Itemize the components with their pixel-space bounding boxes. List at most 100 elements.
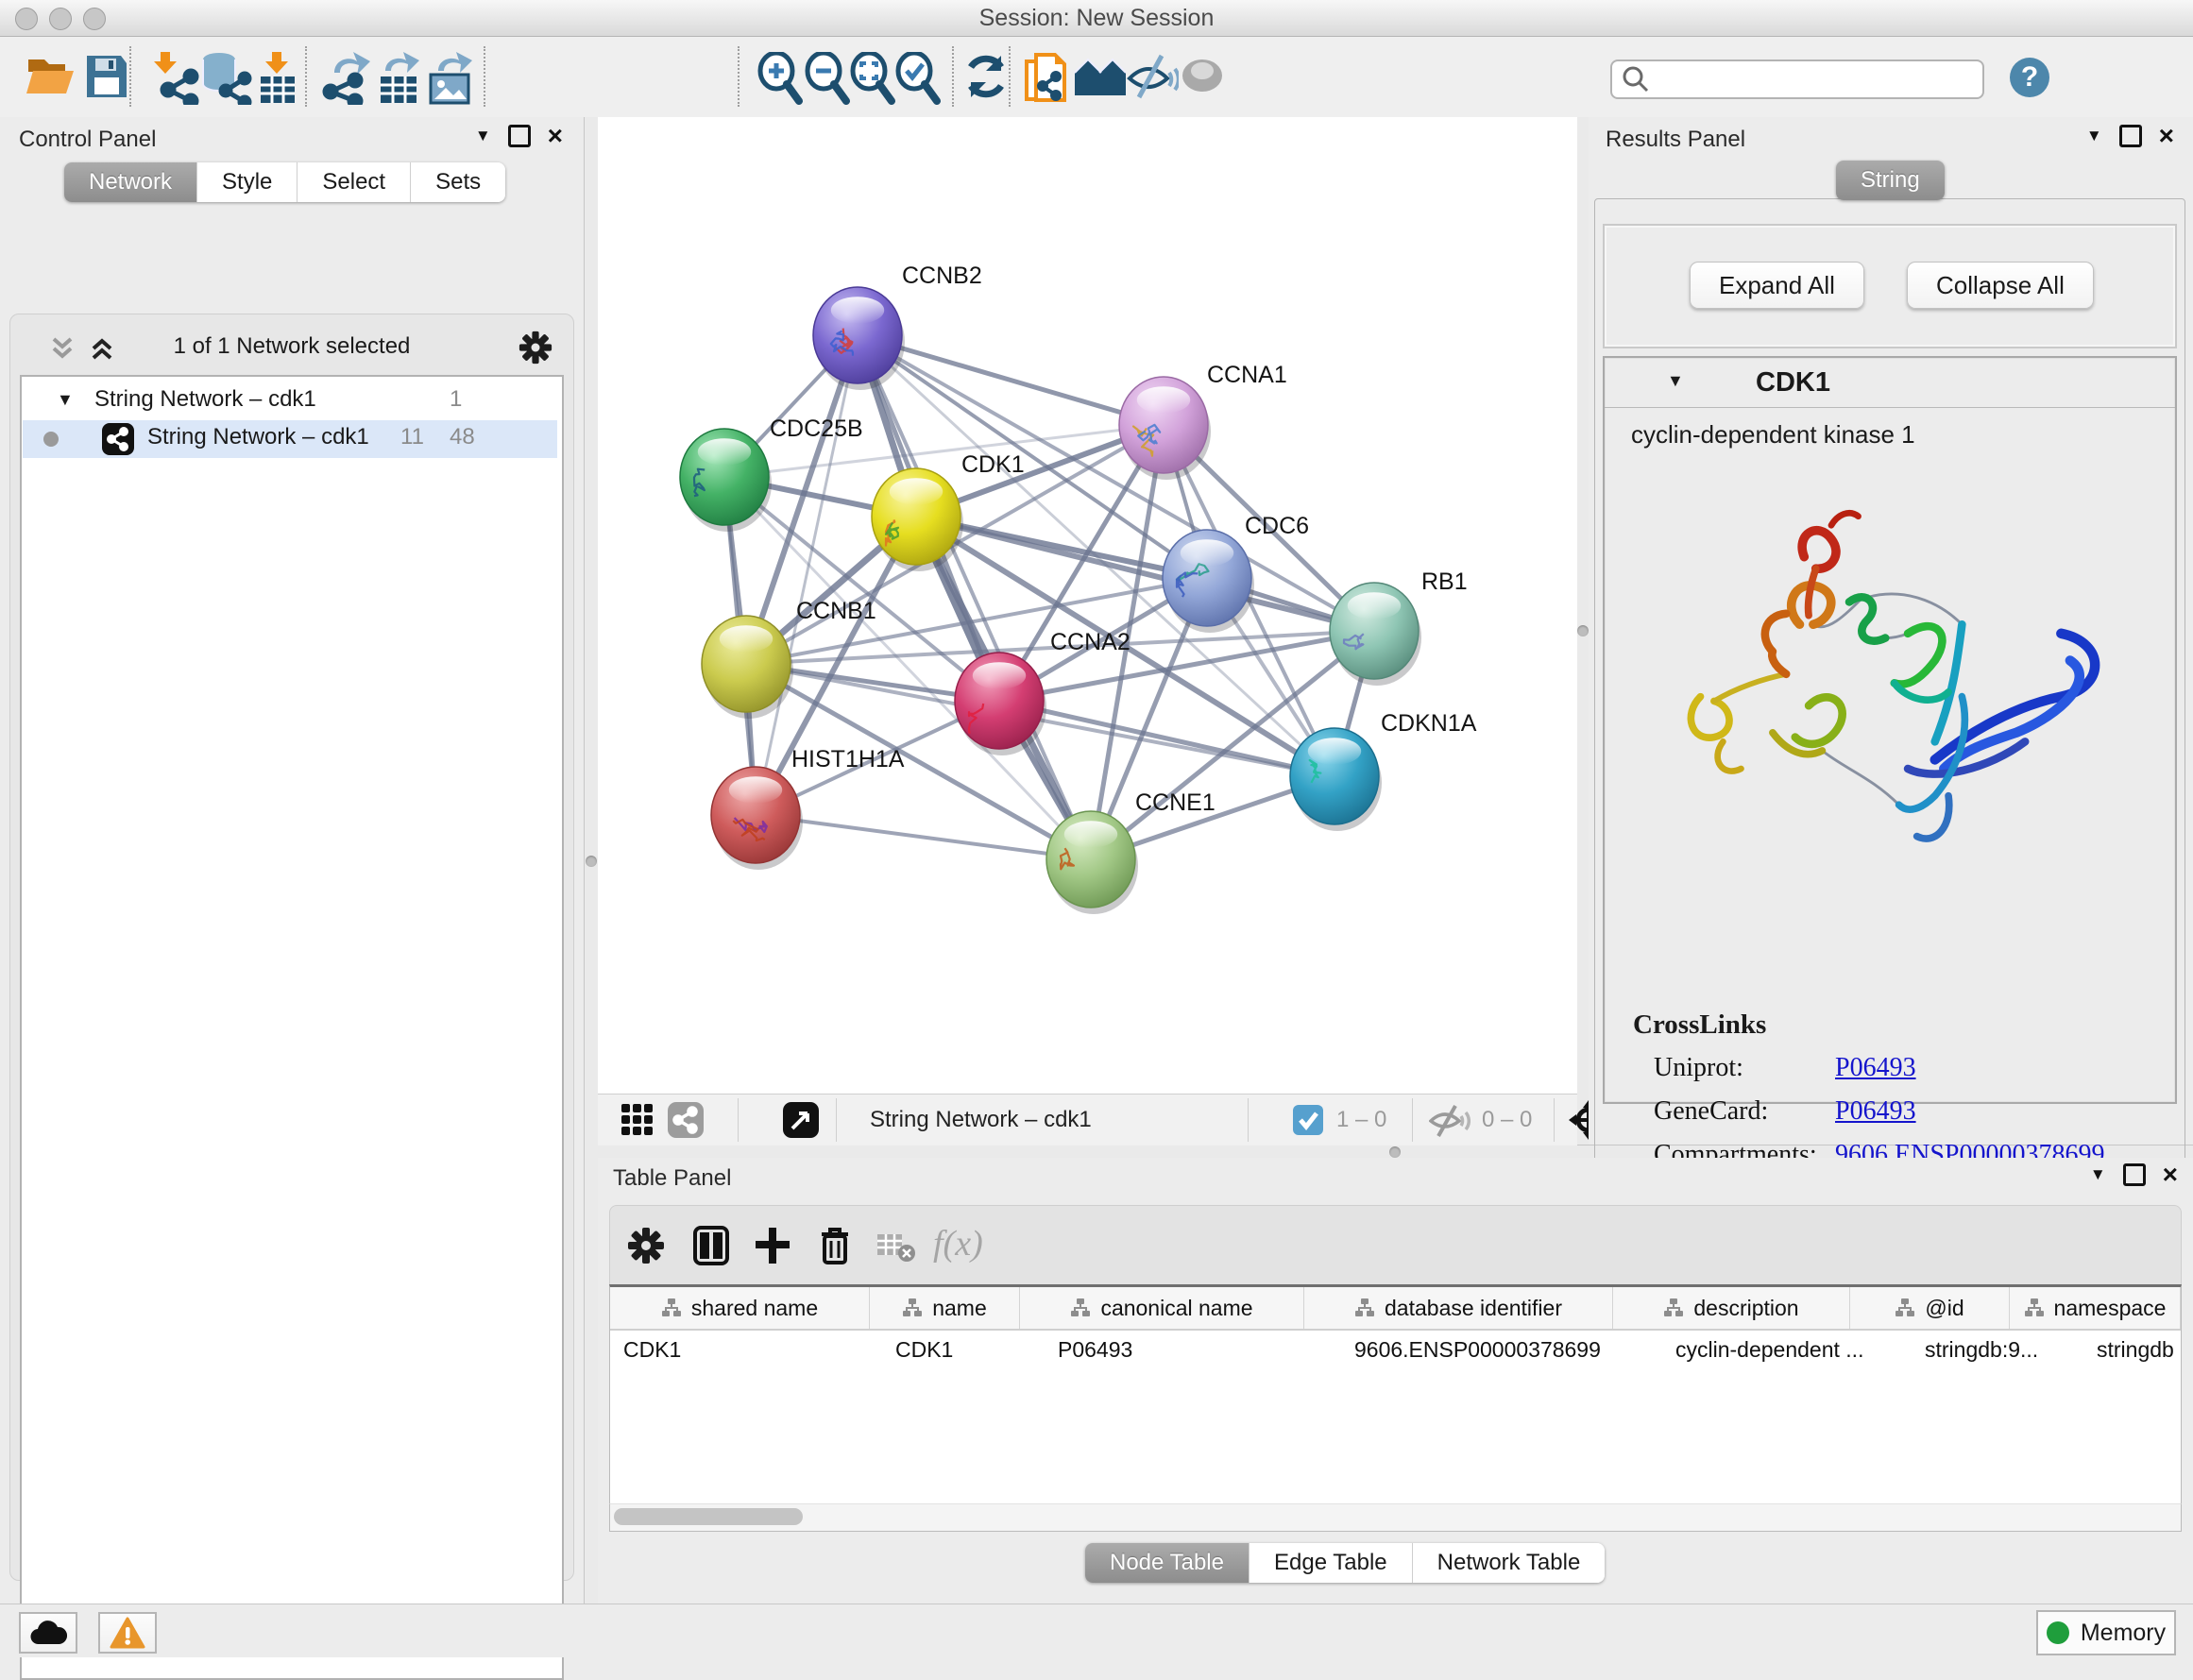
warnings-button[interactable]: [98, 1612, 157, 1654]
results-panel-title: Results Panel: [1606, 127, 1745, 152]
export-image-icon[interactable]: [427, 52, 476, 105]
column-header-namespace[interactable]: namespace: [2010, 1287, 2181, 1329]
control-panel-title: Control Panel: [19, 127, 156, 152]
maximize-panel-icon[interactable]: [2123, 1163, 2146, 1186]
collapse-all-button[interactable]: Collapse All: [1907, 262, 2094, 309]
table-cell[interactable]: CDK1: [882, 1331, 1045, 1368]
memory-button[interactable]: Memory: [2036, 1610, 2176, 1655]
column-header-label: database identifier: [1385, 1296, 1562, 1321]
network-label: String Network – cdk1: [147, 424, 369, 450]
column-header-canonical-name[interactable]: canonical name: [1020, 1287, 1304, 1329]
table-cell[interactable]: stringdb: [2083, 1331, 2193, 1368]
node-CDKN1A[interactable]: CDKN1A: [1290, 710, 1477, 831]
selected-checkbox-icon[interactable]: [1293, 1105, 1323, 1135]
cloud-services-button[interactable]: [19, 1612, 77, 1654]
network-view-icon[interactable]: [668, 1102, 704, 1138]
toolbar-separator: [305, 46, 307, 107]
float-panel-icon[interactable]: ▼: [2086, 127, 2102, 145]
node-label: CCNB1: [796, 598, 876, 624]
scrollbar-thumb[interactable]: [614, 1508, 803, 1525]
table-cell[interactable]: 9606.ENSP00000378699: [1341, 1331, 1662, 1368]
collapse-entry-icon[interactable]: ▼: [1667, 371, 1684, 391]
tab-edge-table[interactable]: Edge Table: [1250, 1543, 1413, 1583]
apply-preferred-layout-icon[interactable]: [961, 52, 1011, 101]
show-columns-icon[interactable]: [693, 1226, 729, 1265]
grid-view-icon[interactable]: [620, 1103, 654, 1137]
float-panel-icon[interactable]: ▼: [2090, 1165, 2106, 1184]
node-label: CCNE1: [1135, 789, 1216, 816]
network-row[interactable]: String Network – cdk1 11 48: [23, 420, 557, 458]
toolbar-separator: [484, 46, 485, 107]
crosslink-genecard-link[interactable]: P06493: [1835, 1096, 1916, 1127]
network-selector-bar: 1 of 1 Network selected: [10, 328, 573, 367]
birds-eye-view-icon[interactable]: [783, 1102, 819, 1138]
tab-select[interactable]: Select: [298, 162, 411, 202]
node-label: CCNA2: [1050, 629, 1130, 655]
node-label: RB1: [1421, 568, 1468, 595]
left-splitter[interactable]: [584, 117, 599, 1604]
table-options-gear-icon[interactable]: [627, 1227, 665, 1264]
title-bar: Session: New Session: [0, 0, 2193, 37]
table-panel: Table Panel ▼ × f(x) shared namenamecano…: [598, 1158, 2193, 1604]
table-header-row: shared namenamecanonical name database id…: [610, 1287, 2181, 1331]
edge: [858, 335, 1091, 859]
node-CCNE1[interactable]: CCNE1: [1046, 789, 1216, 914]
network-collection-row[interactable]: ▼ String Network – cdk1 1: [23, 382, 557, 420]
table-horizontal-scrollbar[interactable]: [609, 1503, 2182, 1532]
hide-selected-icon[interactable]: [1126, 52, 1179, 101]
maximize-panel-icon[interactable]: [2119, 125, 2142, 147]
maximize-panel-icon[interactable]: [508, 125, 531, 147]
delete-column-trash-icon[interactable]: [818, 1225, 852, 1266]
node-RB1[interactable]: RB1: [1330, 568, 1468, 686]
table-cell[interactable]: cyclin-dependent ...: [1662, 1331, 1912, 1368]
tab-network-table[interactable]: Network Table: [1413, 1543, 1606, 1583]
show-all-icon[interactable]: [1179, 52, 1226, 99]
column-header-shared-name[interactable]: shared name: [610, 1287, 870, 1329]
first-neighbors-icon[interactable]: [1073, 52, 1128, 101]
network-list-panel: 1 of 1 Network selected ▼ String Network…: [9, 314, 574, 1581]
zoom-out-icon[interactable]: [803, 52, 852, 105]
tab-style[interactable]: Style: [197, 162, 298, 202]
tab-string[interactable]: String: [1836, 161, 1945, 200]
node-CDK1[interactable]: CDK1: [872, 451, 1025, 571]
close-panel-icon[interactable]: ×: [548, 127, 563, 144]
tree-expander-icon[interactable]: ▼: [57, 390, 74, 410]
network-canvas-svg[interactable]: CCNB2CCNA1CDC25BCDK1CDC6RB1CCNB1CCNA2CDK…: [598, 117, 1577, 1094]
column-header--id[interactable]: @id: [1850, 1287, 2010, 1329]
zoom-selected-icon[interactable]: [893, 52, 943, 105]
window-title: Session: New Session: [0, 5, 2193, 32]
save-session-icon[interactable]: [83, 52, 130, 101]
expand-all-button[interactable]: Expand All: [1690, 262, 1864, 309]
tab-node-table[interactable]: Node Table: [1085, 1543, 1250, 1583]
import-network-from-database-icon[interactable]: [200, 52, 253, 105]
open-session-icon[interactable]: [25, 52, 76, 101]
node-card-header[interactable]: ▼ CDK1: [1605, 358, 2175, 408]
zoom-in-icon[interactable]: [756, 52, 805, 105]
column-header-description[interactable]: description: [1613, 1287, 1850, 1329]
tab-network[interactable]: Network: [64, 162, 197, 202]
new-network-from-selection-icon[interactable]: [1024, 52, 1073, 107]
crosslink-uniprot-link[interactable]: P06493: [1835, 1053, 1916, 1083]
table-cell[interactable]: CDK1: [610, 1331, 882, 1368]
import-table-from-file-icon[interactable]: [257, 52, 298, 105]
close-panel-icon[interactable]: ×: [2159, 127, 2174, 144]
node-HIST1H1A[interactable]: HIST1H1A: [711, 746, 905, 870]
export-network-icon[interactable]: [321, 52, 372, 105]
column-header-name[interactable]: name: [870, 1287, 1020, 1329]
tab-sets[interactable]: Sets: [411, 162, 505, 202]
create-column-icon[interactable]: [754, 1226, 791, 1265]
float-panel-icon[interactable]: ▼: [475, 127, 491, 145]
import-network-from-file-icon[interactable]: [149, 52, 200, 105]
table-cell[interactable]: stringdb:9...: [1912, 1331, 2083, 1368]
network-options-gear-icon[interactable]: [518, 331, 552, 365]
edge: [756, 815, 1091, 859]
close-panel-icon[interactable]: ×: [2163, 1166, 2178, 1183]
table-row[interactable]: CDK1CDK1P064939606.ENSP00000378699cyclin…: [610, 1331, 2181, 1368]
node-CDC6[interactable]: CDC6: [1163, 513, 1309, 633]
help-button[interactable]: ?: [2010, 58, 2049, 97]
export-table-icon[interactable]: [376, 52, 423, 105]
table-cell[interactable]: P06493: [1045, 1331, 1341, 1368]
search-input[interactable]: [1654, 63, 1974, 93]
zoom-fit-icon[interactable]: [848, 52, 897, 105]
column-header-database-identifier[interactable]: database identifier: [1304, 1287, 1613, 1329]
